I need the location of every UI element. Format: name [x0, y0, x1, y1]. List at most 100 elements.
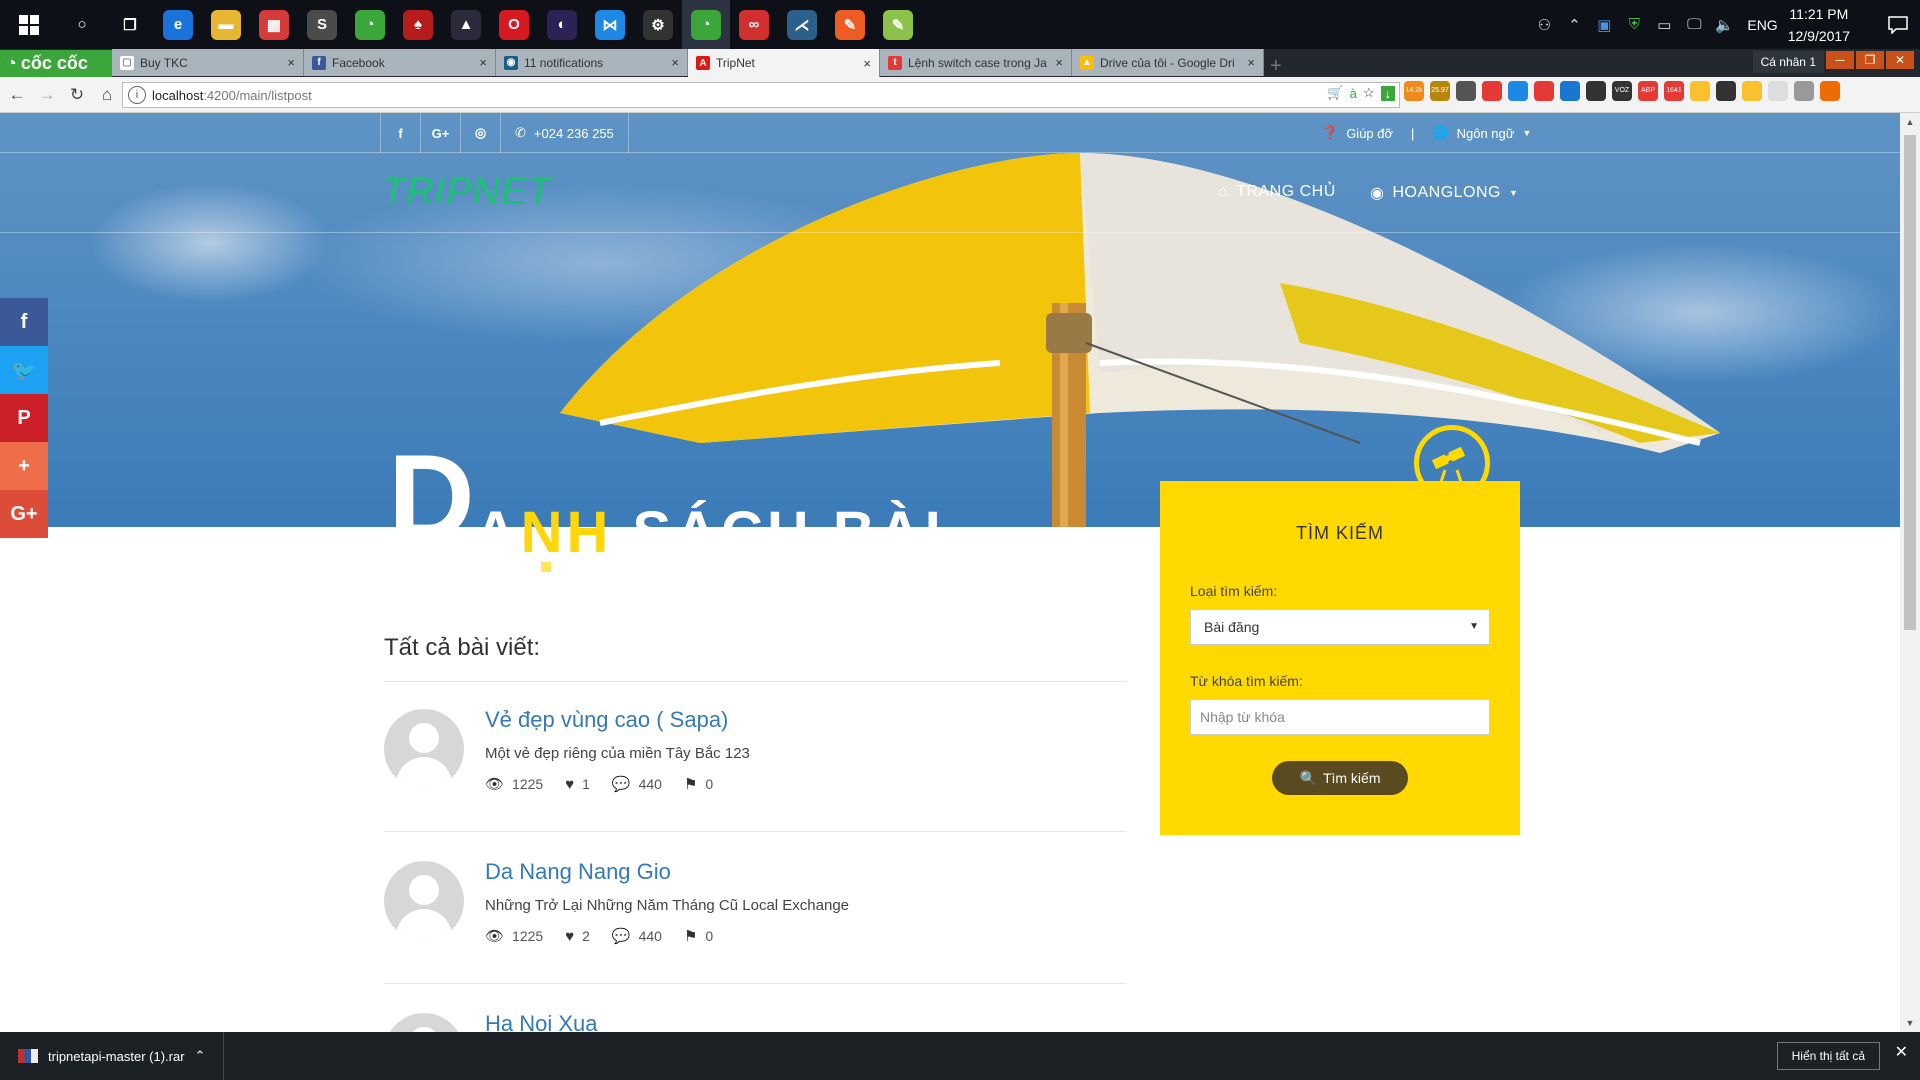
- keyword-input[interactable]: Nhập từ khóa: [1190, 699, 1490, 735]
- googleplus-icon[interactable]: G+: [420, 113, 460, 153]
- phone-contact[interactable]: ✆ +024 236 255: [500, 113, 629, 153]
- comment-icon[interactable]: 💬: [612, 927, 631, 945]
- download-icon[interactable]: ↓: [1380, 85, 1395, 101]
- taskbar-app[interactable]: ⋈: [586, 0, 634, 49]
- author-avatar[interactable]: [384, 709, 464, 789]
- chevron-up-icon[interactable]: ⌃: [195, 1048, 206, 1064]
- browser-extension-icon[interactable]: [1794, 81, 1814, 101]
- googleplus-share-icon[interactable]: G+: [0, 490, 48, 538]
- forward-icon[interactable]: →: [34, 82, 60, 108]
- show-all-downloads-button[interactable]: Hiển thị tất cả: [1776, 1042, 1880, 1070]
- scroll-down-icon[interactable]: ▼: [1900, 1014, 1920, 1032]
- chevron-up-icon[interactable]: ⌃: [1559, 16, 1589, 34]
- browser-extension-icon[interactable]: [1482, 81, 1502, 101]
- taskbar-app[interactable]: ○: [58, 0, 106, 49]
- browser-tab[interactable]: f Facebook ×: [304, 49, 496, 76]
- taskbar-app[interactable]: ✎: [826, 0, 874, 49]
- taskbar-app[interactable]: S: [298, 0, 346, 49]
- heart-icon[interactable]: ♥: [565, 776, 574, 793]
- tab-close-icon[interactable]: ×: [1247, 55, 1255, 70]
- tab-close-icon[interactable]: ×: [1055, 55, 1063, 70]
- heart-icon[interactable]: ♥: [565, 928, 574, 945]
- defender-icon[interactable]: ⛨: [1619, 16, 1649, 33]
- twitter-share-icon[interactable]: 🐦: [0, 346, 48, 394]
- browser-tab[interactable]: ▲ Drive của tôi - Google Dri ×: [1072, 49, 1264, 76]
- help-link[interactable]: Giúp đỡ: [1346, 126, 1393, 141]
- close-downloads-icon[interactable]: ✕: [1895, 1042, 1908, 1062]
- browser-extension-icon[interactable]: [1742, 81, 1762, 101]
- network-icon[interactable]: 🖵: [1679, 16, 1709, 33]
- browser-extension-icon[interactable]: [1586, 81, 1606, 101]
- taskbar-app[interactable]: ∞: [730, 0, 778, 49]
- facebook-icon[interactable]: f: [380, 113, 420, 153]
- scroll-up-icon[interactable]: ▲: [1900, 113, 1920, 131]
- search-button[interactable]: 🔍 Tìm kiếm: [1272, 761, 1408, 795]
- back-icon[interactable]: ←: [4, 82, 30, 108]
- volume-icon[interactable]: 🔈: [1709, 16, 1739, 34]
- site-info-icon[interactable]: i: [128, 86, 146, 104]
- browser-extension-icon[interactable]: [1768, 81, 1788, 101]
- translate-icon[interactable]: à: [1350, 86, 1357, 101]
- home-icon[interactable]: ⌂: [94, 82, 120, 108]
- download-item[interactable]: tripnetapi-master (1).rar ⌃: [0, 1032, 225, 1080]
- browser-extension-icon[interactable]: [1534, 81, 1554, 101]
- browser-extension-icon[interactable]: [1456, 81, 1476, 101]
- author-avatar[interactable]: [384, 1013, 464, 1032]
- taskbar-app[interactable]: ◐: [538, 0, 586, 49]
- tab-close-icon[interactable]: ×: [671, 55, 679, 70]
- people-icon[interactable]: ⚇: [1529, 16, 1559, 34]
- caret-down-icon[interactable]: ▼: [1522, 128, 1531, 138]
- taskbar-app[interactable]: O: [490, 0, 538, 49]
- tab-close-icon[interactable]: ×: [479, 55, 487, 70]
- clock[interactable]: 11:21 PM 12/9/2017: [1788, 3, 1850, 47]
- coccoc-logo[interactable]: ◔ cốc cốc: [0, 50, 112, 77]
- facebook-share-icon[interactable]: f: [0, 298, 48, 346]
- nav-home[interactable]: ⌂ TRANG CHỦ: [1218, 183, 1336, 201]
- instagram-icon[interactable]: ◎: [460, 113, 500, 153]
- browser-extension-icon[interactable]: 1641: [1664, 81, 1684, 101]
- start-button[interactable]: [0, 0, 58, 49]
- taskbar-app[interactable]: ♠: [394, 0, 442, 49]
- tab-close-icon[interactable]: ×: [287, 55, 295, 70]
- url-field[interactable]: i localhost:4200/main/listpost 🛒 à ☆ ↓: [122, 82, 1400, 108]
- browser-extension-icon[interactable]: ABP: [1638, 81, 1658, 101]
- browser-tab[interactable]: A TripNet ×: [688, 49, 880, 77]
- profile-button[interactable]: Cá nhân 1: [1752, 51, 1824, 73]
- browser-tab[interactable]: ▢ Buy TKC ×: [112, 49, 304, 76]
- taskbar-app[interactable]: e: [154, 0, 202, 49]
- flag-icon[interactable]: ⚑: [684, 927, 697, 945]
- minimize-button[interactable]: ─: [1826, 51, 1854, 69]
- flag-icon[interactable]: ⚑: [684, 775, 697, 793]
- browser-extension-icon[interactable]: [1820, 81, 1840, 101]
- new-tab-button[interactable]: +: [1270, 55, 1296, 77]
- reload-icon[interactable]: ↻: [64, 82, 90, 108]
- taskbar-app[interactable]: ⋌: [778, 0, 826, 49]
- action-center-icon[interactable]: [1876, 15, 1920, 34]
- browser-tab[interactable]: ◉ 11 notifications ×: [496, 49, 688, 76]
- browser-extension-icon[interactable]: VOZ: [1612, 81, 1632, 101]
- browser-extension-icon[interactable]: [1508, 81, 1528, 101]
- more-share-icon[interactable]: +: [0, 442, 48, 490]
- close-window-button[interactable]: ✕: [1886, 51, 1914, 69]
- browser-extension-icon[interactable]: [1560, 81, 1580, 101]
- taskbar-app[interactable]: ▬: [202, 0, 250, 49]
- browser-extension-icon[interactable]: 14.2k: [1404, 81, 1424, 101]
- post-title-link[interactable]: Da Nang Nang Gio: [485, 859, 671, 885]
- taskbar-app[interactable]: ⚙: [634, 0, 682, 49]
- bookmark-star-icon[interactable]: ☆: [1363, 85, 1375, 101]
- browser-extension-icon[interactable]: 25.97: [1430, 81, 1450, 101]
- browser-tab[interactable]: t Lệnh switch case trong Ja ×: [880, 49, 1072, 76]
- post-title-link[interactable]: Ha Noi Xua: [485, 1011, 598, 1032]
- taskbar-app[interactable]: ❐: [106, 0, 154, 49]
- site-brand[interactable]: TRIPNET: [382, 171, 552, 214]
- post-title-link[interactable]: Vẻ đẹp vùng cao ( Sapa): [485, 707, 728, 733]
- language-indicator[interactable]: ENG: [1747, 17, 1777, 33]
- page-scrollbar[interactable]: ▲ ▼: [1900, 113, 1920, 1032]
- tab-close-icon[interactable]: ×: [863, 56, 871, 71]
- search-type-select[interactable]: Bài đăng ▼: [1190, 609, 1490, 645]
- taskbar-app[interactable]: ▲: [442, 0, 490, 49]
- browser-extension-icon[interactable]: [1716, 81, 1736, 101]
- cart-icon[interactable]: 🛒: [1327, 85, 1343, 101]
- nav-user-menu[interactable]: ◉ HOANGLONG ▼: [1370, 183, 1518, 203]
- pinterest-share-icon[interactable]: P: [0, 394, 48, 442]
